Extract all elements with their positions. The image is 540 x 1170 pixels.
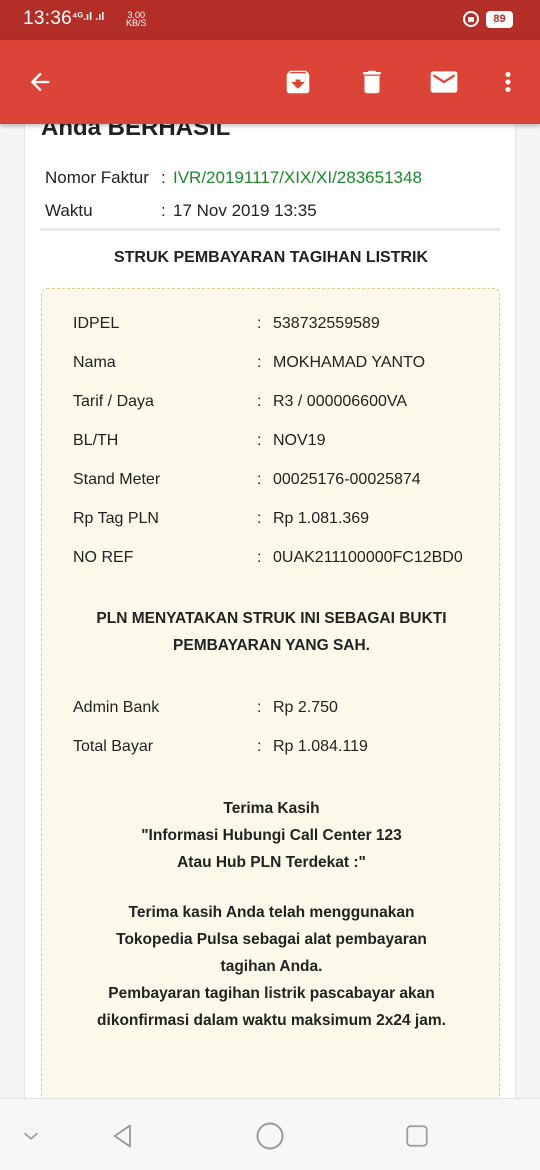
time-label: Waktu (45, 201, 93, 220)
system-nav-bar (0, 1098, 540, 1170)
row-colon: : (257, 510, 262, 527)
arrow-left-icon[interactable] (20, 62, 60, 102)
invoice-number: IVR/20191117/XIX/XI/283651348 (173, 168, 422, 187)
thanks-text: Terima Kasih "Informasi Hubungi Call Cen… (52, 795, 491, 876)
row-value: 0UAK211100000FC12BD0 (273, 549, 463, 566)
invoice-label: Nomor Faktur (45, 168, 149, 187)
row-label: Nama (73, 354, 116, 371)
rotation-lock-icon (463, 11, 479, 27)
time-row: Waktu : 17 Nov 2019 13:35 (45, 201, 317, 221)
total-label: Total Bayar (73, 738, 154, 755)
thanks-line: Atau Hub PLN Terdekat :" (177, 854, 366, 871)
statement-line: PLN MENYATAKAN STRUK INI SEBAGAI BUKTI (96, 610, 447, 627)
row-colon: : (257, 393, 262, 410)
mail-icon[interactable] (424, 62, 464, 102)
chevron-down-icon[interactable] (14, 1119, 48, 1153)
row-colon: : (257, 432, 262, 449)
total-value: Rp 1.084.119 (273, 738, 368, 755)
time-value: 17 Nov 2019 13:35 (173, 201, 317, 220)
status-time: 13:36 (23, 8, 73, 29)
total-colon: : (257, 738, 262, 755)
receipt-box: IDPEL : 538732559589 Nama : MOKHAMAD YAN… (41, 288, 500, 1098)
archive-icon[interactable] (278, 62, 318, 102)
time-colon: : (161, 201, 166, 220)
thanks-line: "Informasi Hubungi Call Center 123 (141, 827, 402, 844)
trash-icon[interactable] (352, 62, 392, 102)
invoice-colon: : (161, 168, 166, 187)
invoice-row: Nomor Faktur : IVR/20191117/XIX/XI/28365… (45, 168, 422, 188)
battery-icon: 89 (486, 11, 513, 28)
divider (40, 228, 500, 231)
row-colon: : (257, 471, 262, 488)
app-bar (0, 40, 540, 124)
row-value: 00025176-00025874 (273, 471, 421, 488)
net-speed-unit: KB/S (126, 18, 147, 28)
note-text: Terima kasih Anda telah menggunakan Toko… (52, 899, 491, 1034)
row-colon: : (257, 549, 262, 566)
statement-text: PLN MENYATAKAN STRUK INI SEBAGAI BUKTI P… (52, 605, 491, 659)
fee-colon: : (257, 699, 262, 716)
row-label: Tarif / Daya (73, 393, 154, 410)
row-label: BL/TH (73, 432, 119, 449)
row-colon: : (257, 354, 262, 371)
note-line: Terima kasih Anda telah menggunakan (128, 904, 415, 921)
row-colon: : (257, 315, 262, 332)
note-line: Tokopedia Pulsa sebagai alat pembayaran (116, 931, 427, 948)
square-recents-icon[interactable] (400, 1119, 434, 1153)
signal-icon: ⁴ᴳ.ıl .ıl (72, 11, 105, 23)
email-content[interactable]: Anda BERHASIL Nomor Faktur : IVR/2019111… (0, 124, 540, 1098)
row-value: R3 / 000006600VA (273, 393, 408, 410)
more-vert-icon[interactable] (488, 62, 528, 102)
status-bar: 13:36 ⁴ᴳ.ıl .ıl 3.00 KB/S 89 (0, 0, 540, 40)
fee-value: Rp 2.750 (273, 699, 338, 716)
thanks-line: Terima Kasih (223, 800, 320, 817)
cut-heading: Anda BERHASIL (41, 124, 231, 141)
row-label: Stand Meter (73, 471, 161, 488)
note-line: dikonfirmasi dalam waktu maksimum 2x24 j… (97, 1012, 446, 1029)
row-label: NO REF (73, 549, 134, 566)
row-value: 538732559589 (273, 315, 380, 332)
statement-line: PEMBAYARAN YANG SAH. (173, 637, 370, 654)
row-value: NOV19 (273, 432, 326, 449)
circle-home-icon[interactable] (253, 1119, 287, 1153)
net-speed: 3.00 KB/S (126, 11, 147, 28)
row-value: Rp 1.081.369 (273, 510, 370, 527)
triangle-back-icon[interactable] (106, 1119, 140, 1153)
note-line: tagihan Anda. (220, 958, 323, 975)
row-label: IDPEL (73, 315, 120, 332)
receipt-title: STRUK PEMBAYARAN TAGIHAN LISTRIK (113, 249, 429, 266)
email-body-card: Anda BERHASIL Nomor Faktur : IVR/2019111… (24, 124, 516, 1098)
row-label: Rp Tag PLN (73, 510, 159, 527)
note-line: Pembayaran tagihan listrik pascabayar ak… (108, 985, 435, 1002)
row-value: MOKHAMAD YANTO (273, 354, 426, 371)
fee-label: Admin Bank (73, 699, 160, 716)
